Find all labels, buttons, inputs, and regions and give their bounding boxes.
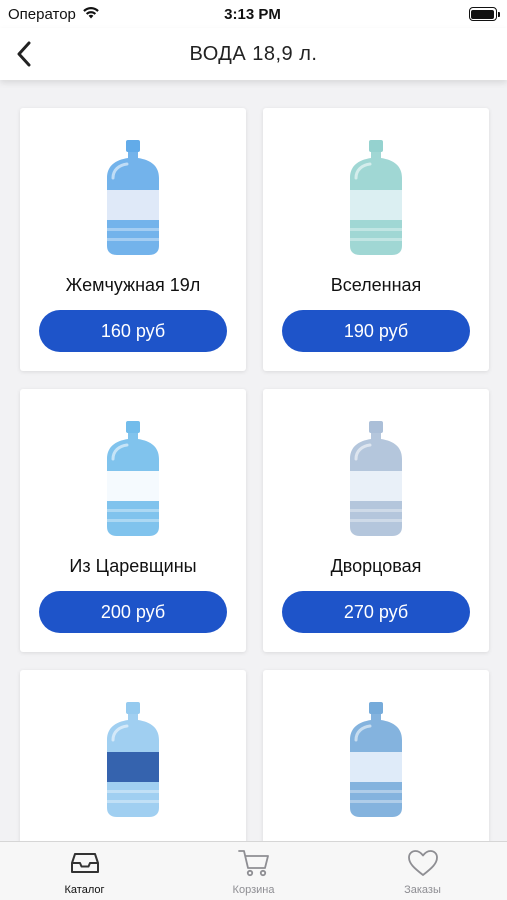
product-name: Вселенная — [330, 275, 422, 295]
water-bottle-icon — [20, 694, 246, 820]
catalog-content[interactable]: Жемчужная 19л 160 руб Вселенная 190 руб Из Ц… — [0, 80, 507, 841]
wifi-icon — [82, 6, 100, 23]
product-name: Дворцовая — [330, 556, 422, 576]
product-card[interactable] — [263, 670, 489, 841]
product-name: Жемчужная 19л — [65, 275, 201, 295]
water-bottle-icon — [263, 694, 489, 820]
page-title: ВОДА 18,9 л. — [189, 42, 318, 65]
price-button[interactable]: 270 руб — [282, 591, 470, 633]
tab-orders[interactable]: Заказы — [338, 842, 507, 900]
catalog-tray-icon — [70, 848, 100, 878]
back-button[interactable] — [6, 36, 42, 72]
status-left: Оператор — [8, 6, 148, 23]
product-card[interactable]: Из Царевщины 200 руб — [20, 389, 246, 652]
tab-cart[interactable]: Корзина — [169, 842, 338, 900]
status-bar: Оператор 3:13 PM — [0, 0, 507, 28]
chevron-left-icon — [17, 41, 31, 67]
navigation-bar: ВОДА 18,9 л. — [0, 28, 507, 80]
price-button[interactable]: 190 руб — [282, 310, 470, 352]
water-bottle-icon — [20, 132, 246, 258]
cart-icon — [237, 848, 271, 878]
carrier-name: Оператор — [8, 5, 76, 23]
water-bottle-icon — [263, 413, 489, 539]
product-card[interactable]: Вселенная 190 руб — [263, 108, 489, 371]
tab-orders-label: Заказы — [404, 884, 441, 896]
battery-icon — [468, 7, 500, 21]
product-card[interactable]: Жемчужная 19л 160 руб — [20, 108, 246, 371]
price-button[interactable]: 200 руб — [39, 591, 227, 633]
status-time: 3:13 PM — [224, 5, 281, 23]
price-button[interactable]: 160 руб — [39, 310, 227, 352]
water-bottle-icon — [20, 413, 246, 539]
tab-catalog-label: Каталог — [64, 884, 105, 896]
tab-bar: Каталог Корзина Заказы — [0, 841, 507, 900]
product-card[interactable] — [20, 670, 246, 841]
product-card[interactable]: Дворцовая 270 руб — [263, 389, 489, 652]
tab-catalog[interactable]: Каталог — [0, 842, 169, 900]
water-bottle-icon — [263, 132, 489, 258]
product-grid: Жемчужная 19л 160 руб Вселенная 190 руб Из Ц… — [20, 108, 489, 841]
status-right — [357, 7, 500, 21]
tab-cart-label: Корзина — [232, 884, 275, 896]
product-name: Из Царевщины — [69, 556, 197, 576]
heart-icon — [406, 848, 440, 878]
